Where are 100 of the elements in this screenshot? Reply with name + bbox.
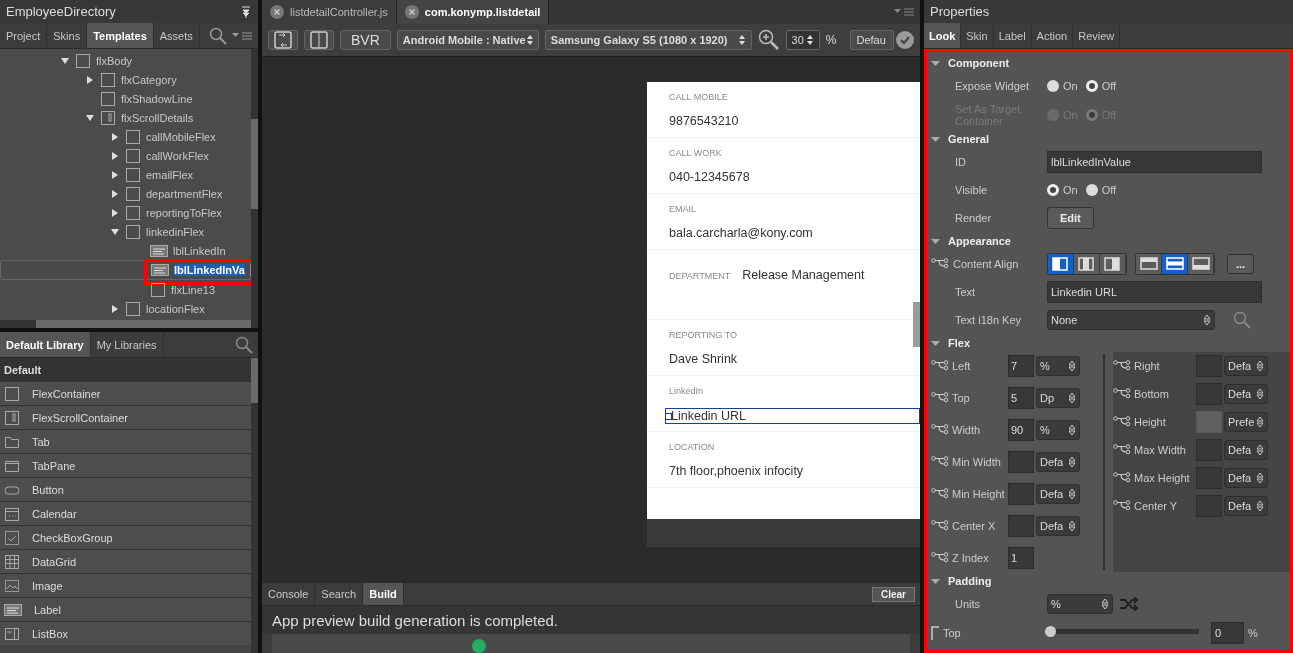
unit-dropdown[interactable]: Defa bbox=[1224, 496, 1268, 516]
expand-arrow-icon[interactable] bbox=[110, 169, 120, 180]
align-button[interactable] bbox=[1136, 254, 1162, 274]
tree-item[interactable]: lblLinkedInVa bbox=[174, 264, 245, 276]
editor-tab[interactable]: listdetailController.js bbox=[262, 0, 397, 24]
scrollbar-thumb[interactable] bbox=[36, 320, 251, 328]
unit-dropdown[interactable]: Defa bbox=[1224, 468, 1268, 488]
expand-arrow-icon[interactable] bbox=[110, 150, 120, 161]
value-field[interactable] bbox=[1196, 495, 1222, 517]
unit-dropdown[interactable]: Defa bbox=[1224, 440, 1268, 460]
radio-button[interactable] bbox=[1047, 80, 1059, 92]
value-field[interactable] bbox=[1196, 383, 1222, 405]
tree-item[interactable]: reportingToFlex bbox=[146, 206, 222, 219]
widget-item[interactable]: Image bbox=[32, 579, 63, 592]
collapse-arrow-icon[interactable] bbox=[931, 576, 940, 586]
widget-item[interactable]: Calendar bbox=[32, 507, 77, 520]
text-field[interactable]: Linkedin URL bbox=[1047, 281, 1262, 303]
unit-dropdown[interactable]: Defa bbox=[1036, 484, 1080, 504]
scrollbar-thumb[interactable] bbox=[251, 119, 258, 209]
device-dropdown[interactable]: Samsung Galaxy S5 (1080 x 1920) bbox=[544, 30, 752, 50]
unit-dropdown[interactable]: Defa bbox=[1036, 516, 1080, 536]
value-field[interactable] bbox=[1008, 451, 1034, 473]
collapse-arrow-icon[interactable] bbox=[110, 226, 120, 237]
i18n-dropdown[interactable]: None bbox=[1047, 310, 1215, 330]
tree-item[interactable]: flxCategory bbox=[121, 73, 177, 86]
section-title[interactable]: Padding bbox=[948, 575, 992, 587]
section-title[interactable]: Appearance bbox=[948, 235, 1011, 247]
unit-dropdown[interactable]: Defa bbox=[1036, 452, 1080, 472]
zoom-field[interactable]: 30 bbox=[785, 30, 820, 50]
expand-arrow-icon[interactable] bbox=[110, 131, 120, 142]
collapse-arrow-icon[interactable] bbox=[931, 338, 940, 348]
align-button[interactable] bbox=[1074, 254, 1100, 274]
tree-item[interactable]: callWorkFlex bbox=[146, 149, 209, 162]
close-icon[interactable] bbox=[270, 5, 284, 19]
tree-item[interactable]: flxLine13 bbox=[171, 283, 216, 296]
tab[interactable]: My Libraries bbox=[90, 332, 164, 357]
collapse-arrow-icon[interactable] bbox=[931, 236, 940, 246]
value-field[interactable] bbox=[1196, 467, 1222, 489]
value-field[interactable]: 1 bbox=[1008, 547, 1034, 569]
widget-item[interactable]: ListBox bbox=[32, 627, 69, 640]
scrollbar-thumb[interactable] bbox=[913, 302, 920, 347]
unit-dropdown[interactable]: Defa bbox=[1224, 384, 1268, 404]
tab[interactable]: Templates bbox=[87, 23, 154, 48]
widget-item[interactable]: TabPane bbox=[32, 459, 76, 472]
slider-thumb[interactable] bbox=[1045, 625, 1056, 637]
tab[interactable]: Review bbox=[1073, 23, 1121, 48]
tab[interactable]: Assets bbox=[153, 23, 200, 48]
widget-item[interactable]: Button bbox=[32, 483, 64, 496]
collapse-arrow-icon[interactable] bbox=[85, 112, 95, 123]
expand-arrow-icon[interactable] bbox=[110, 303, 120, 314]
value-field[interactable] bbox=[1196, 355, 1222, 377]
tree-item[interactable]: emailFlex bbox=[146, 168, 194, 181]
value-field[interactable]: 0 bbox=[1211, 622, 1244, 644]
widget-item[interactable]: Tab bbox=[32, 435, 50, 448]
unit-dropdown[interactable]: % bbox=[1036, 420, 1080, 440]
tree-item[interactable]: linkedinFlex bbox=[146, 225, 205, 238]
collapse-arrow-icon[interactable] bbox=[931, 58, 940, 68]
platform-dropdown[interactable]: Android Mobile : Native bbox=[396, 30, 539, 50]
radio-button[interactable] bbox=[1085, 80, 1098, 92]
tree-item[interactable]: locationFlex bbox=[146, 302, 205, 315]
section-title[interactable]: General bbox=[948, 133, 989, 145]
resize-handle[interactable] bbox=[665, 413, 672, 420]
section-title[interactable]: Component bbox=[948, 57, 1010, 69]
clear-button[interactable]: Clear bbox=[872, 586, 915, 602]
align-button[interactable] bbox=[1048, 254, 1074, 274]
align-button[interactable] bbox=[1100, 254, 1126, 274]
unit-dropdown[interactable]: Dp bbox=[1036, 388, 1080, 408]
bvr-button[interactable]: BVR bbox=[340, 30, 391, 50]
tree-item[interactable]: flxBody bbox=[96, 54, 133, 67]
more-button[interactable]: ... bbox=[1227, 254, 1255, 274]
tree-item[interactable]: flxShadowLine bbox=[121, 92, 193, 105]
tab[interactable]: Project bbox=[0, 23, 48, 48]
tree-item[interactable]: callMobileFlex bbox=[146, 130, 216, 143]
unit-dropdown[interactable]: Defa bbox=[1224, 356, 1268, 376]
value-field[interactable] bbox=[1008, 483, 1034, 505]
widget-item[interactable]: DataGrid bbox=[32, 555, 77, 568]
expand-arrow-icon[interactable] bbox=[110, 188, 120, 199]
toggle-preview-button[interactable] bbox=[268, 30, 298, 50]
value-field[interactable]: 90 bbox=[1008, 419, 1034, 441]
expand-arrow-icon[interactable] bbox=[110, 207, 120, 218]
tab[interactable]: Label bbox=[993, 23, 1032, 48]
value-field[interactable] bbox=[1196, 439, 1222, 461]
editor-tab[interactable]: com.konymp.listdetail bbox=[396, 0, 550, 24]
unit-dropdown[interactable]: % bbox=[1036, 356, 1080, 376]
section-title[interactable]: Flex bbox=[948, 337, 970, 349]
tab[interactable]: Skin bbox=[961, 23, 994, 48]
widget-item[interactable]: CheckBoxGroup bbox=[32, 531, 113, 544]
radio-button[interactable] bbox=[1047, 184, 1059, 196]
units-dropdown[interactable]: % bbox=[1047, 594, 1113, 614]
scrollbar-thumb[interactable] bbox=[251, 358, 258, 403]
tab[interactable]: Console bbox=[262, 583, 316, 605]
tree-item[interactable]: lblLinkedIn bbox=[173, 244, 226, 257]
align-button[interactable] bbox=[1162, 254, 1188, 274]
tab[interactable]: Default Library bbox=[0, 332, 91, 357]
value-field[interactable]: 7 bbox=[1008, 355, 1034, 377]
edit-button[interactable]: Edit bbox=[1047, 207, 1094, 229]
radio-button[interactable] bbox=[1085, 184, 1098, 196]
text-field[interactable]: lblLinkedInValue bbox=[1047, 151, 1262, 173]
mode-dropdown[interactable]: Defau bbox=[850, 30, 894, 50]
value-field[interactable] bbox=[1008, 515, 1034, 537]
